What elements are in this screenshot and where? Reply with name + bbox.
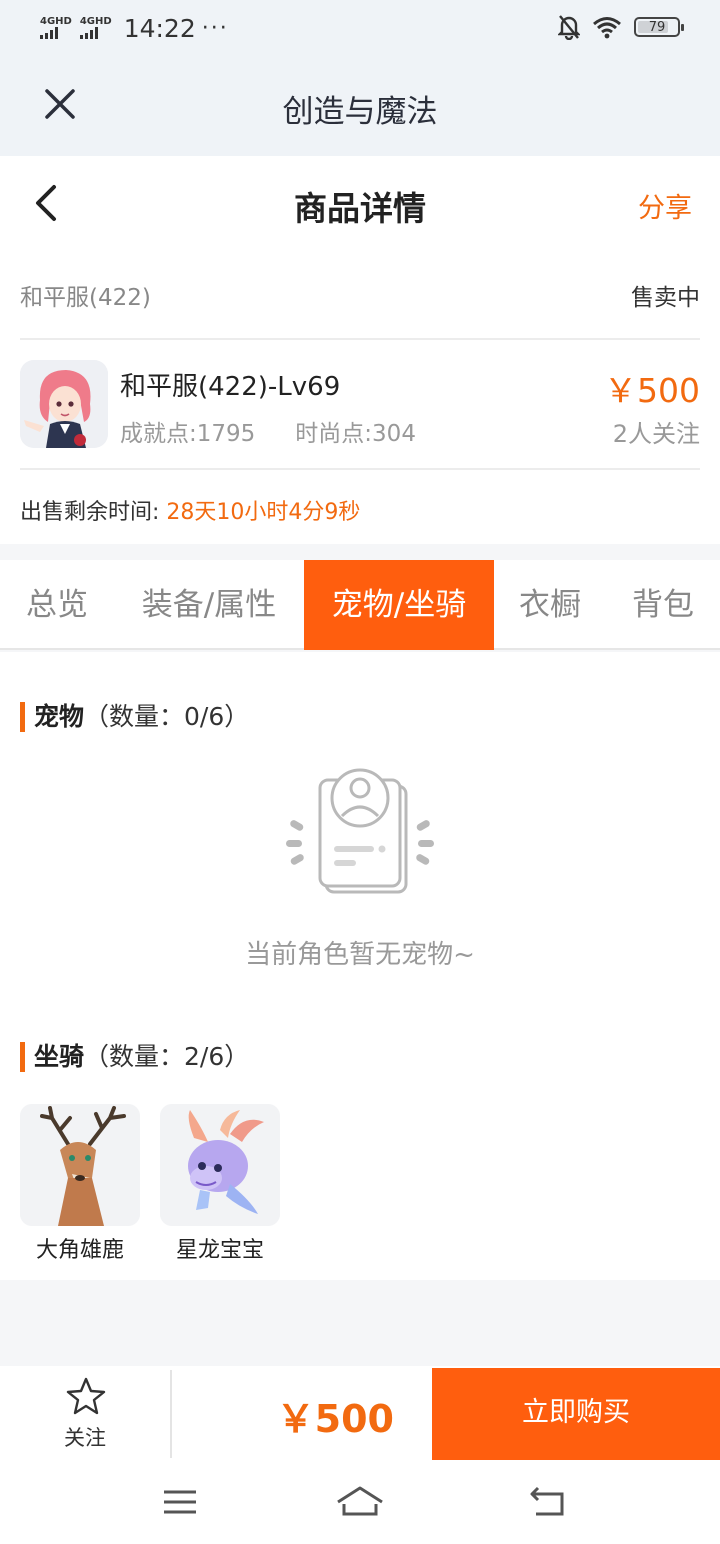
- mute-bell-icon: [558, 15, 580, 40]
- tab-overview[interactable]: 总览: [0, 560, 114, 650]
- pets-count: （数量：0/6）: [84, 702, 250, 731]
- app-header: 创造与魔法: [0, 56, 720, 156]
- bottom-action-bar: 关注 ￥500 立即购买: [0, 1366, 720, 1460]
- status-time: 14:22: [123, 13, 196, 43]
- mount-name: 大角雄鹿: [35, 1238, 124, 1263]
- divider: [170, 1370, 172, 1458]
- tab-pets-mounts[interactable]: 宠物/坐骑: [304, 560, 494, 650]
- follow-label: 关注: [64, 1426, 106, 1450]
- tab-bar: 总览 装备/属性 宠物/坐骑 衣橱 背包: [0, 560, 720, 650]
- wifi-icon: [593, 17, 621, 39]
- mounts-title: 坐骑: [34, 1042, 85, 1071]
- time-left-value: 28天10小时4分9秒: [166, 500, 361, 525]
- mount-item[interactable]: 星龙宝宝: [160, 1104, 280, 1264]
- app-title: 创造与魔法: [282, 94, 438, 130]
- system-nav-bar: [0, 1460, 720, 1544]
- product-price: ￥500: [604, 371, 700, 410]
- empty-pets-text: 当前角色暂无宠物~: [245, 940, 475, 970]
- follow-button[interactable]: 关注: [0, 1366, 170, 1460]
- dragon-image: [160, 1104, 280, 1226]
- share-button[interactable]: 分享: [638, 186, 692, 225]
- achievement-points: 成就点:1795: [120, 421, 256, 447]
- page-title: 商品详情: [294, 189, 426, 228]
- signal-icon: 4GHD: [79, 16, 112, 39]
- time-left: 出售剩余时间: 28天10小时4分9秒: [20, 494, 360, 526]
- battery-icon: 79: [634, 17, 684, 37]
- tab-wardrobe[interactable]: 衣橱: [494, 560, 606, 650]
- divider: [20, 468, 700, 470]
- status-badge: 售卖中: [631, 285, 700, 311]
- follower-count: 2人关注: [612, 420, 700, 448]
- more-notifications-icon: ···: [201, 15, 229, 41]
- empty-profile-icon: [286, 768, 434, 894]
- product-server: 和平服(422): [20, 285, 151, 311]
- product-card: 和平服(422) 售卖中 和平服(422)-Lv69 成就点:1795 时尚点:…: [0, 248, 720, 544]
- pets-title: 宠物: [34, 702, 85, 731]
- signal-icon: 4GHD: [40, 17, 72, 39]
- divider: [20, 338, 700, 340]
- bottom-price: ￥500: [276, 1397, 394, 1441]
- character-avatar: [20, 360, 108, 448]
- status-bar: 4GHD 4GHD 14:22 ··· 79: [0, 0, 720, 56]
- mount-name: 星龙宝宝: [175, 1238, 264, 1263]
- network-type: 4GHD: [40, 16, 72, 27]
- pets-mounts-panel: 宠物（数量：0/6） 当前角色暂无宠物~ 坐骑（数量：2/6） 大角雄鹿 星龙宝…: [0, 652, 720, 1280]
- home-icon[interactable]: [336, 1482, 384, 1522]
- star-icon: [66, 1377, 106, 1415]
- battery-level: 79: [648, 19, 666, 35]
- product-name: 和平服(422)-Lv69: [120, 372, 341, 402]
- mounts-section-title: 坐骑（数量：2/6）: [20, 1042, 249, 1072]
- mount-item[interactable]: 大角雄鹿: [20, 1104, 140, 1264]
- network-type: 4GHD: [79, 16, 112, 27]
- deer-image: [20, 1104, 140, 1226]
- pets-section-title: 宠物（数量：0/6）: [20, 702, 249, 732]
- menu-icon[interactable]: [160, 1482, 200, 1522]
- fashion-points: 时尚点:304: [295, 421, 416, 447]
- mounts-count: （数量：2/6）: [84, 1042, 250, 1071]
- buy-now-button[interactable]: 立即购买: [432, 1368, 720, 1460]
- product-stats: 成就点:1795 时尚点:304: [120, 414, 416, 448]
- tab-backpack[interactable]: 背包: [606, 560, 720, 650]
- detail-header: 商品详情 分享: [0, 156, 720, 248]
- back-icon[interactable]: [528, 1482, 568, 1522]
- time-left-label: 出售剩余时间:: [20, 500, 160, 525]
- tab-equipment[interactable]: 装备/属性: [114, 560, 304, 650]
